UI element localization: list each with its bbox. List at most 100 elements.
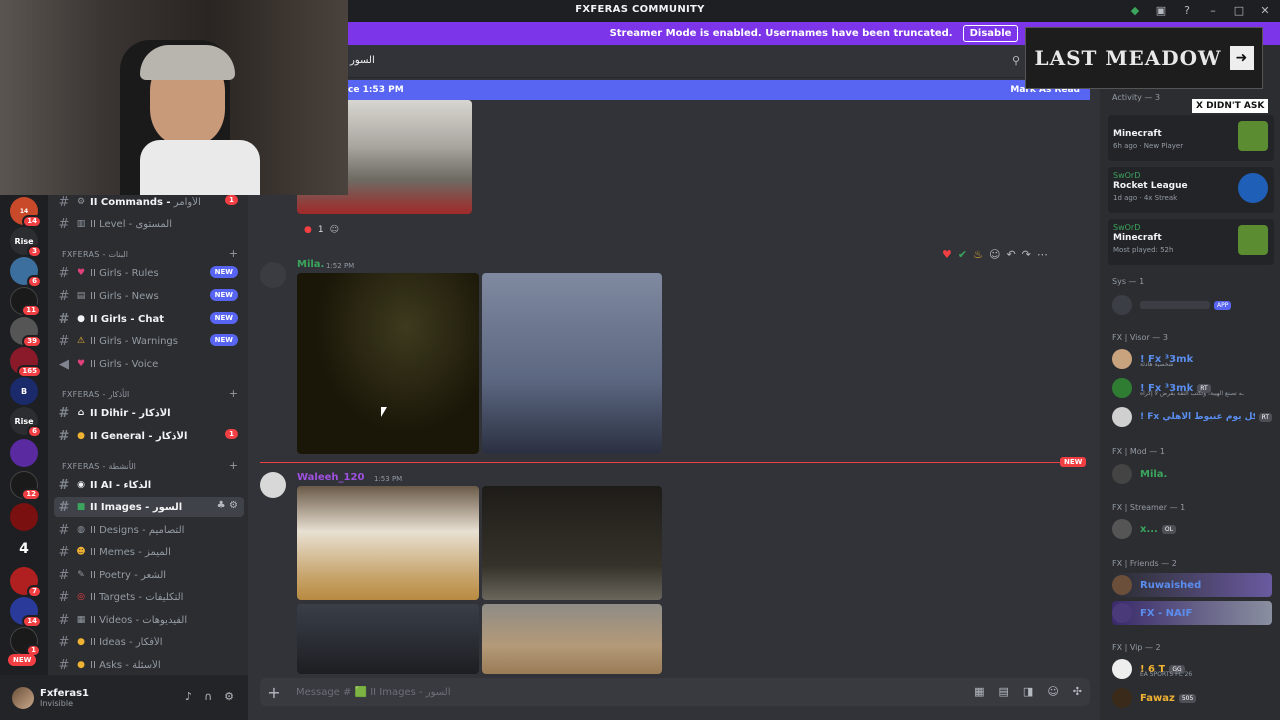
channel-targets[interactable]: # ◎ II Targets - التكليفات [54, 587, 244, 607]
nitro-icon[interactable]: ◆ [1128, 3, 1142, 17]
attach-plus-icon[interactable]: + [260, 683, 288, 702]
avatar[interactable] [12, 686, 34, 709]
headphones-icon[interactable]: ∩ [204, 690, 212, 703]
maximize-icon[interactable]: □ [1232, 3, 1246, 17]
channel-commands[interactable]: # ⚙ II Commands - الأوامر 1 [54, 195, 244, 212]
channel-memes[interactable]: # ☻ II Memes - الميمز [54, 542, 244, 562]
channel-settings-icon[interactable]: ♣ ⚙ [217, 500, 238, 511]
username: Fxferas1 [40, 687, 90, 699]
channel-asks[interactable]: # ● II Asks - الأسئلة [54, 655, 244, 675]
add-channel-icon[interactable]: + [229, 459, 238, 472]
server-icon[interactable]: 39 [10, 317, 42, 348]
channel-name-ar: الأذكار [139, 407, 171, 419]
category-activities[interactable]: FXFERAS - الأنشطة [62, 462, 136, 471]
fire-reaction-icon[interactable]: ♨ [973, 248, 983, 261]
member-item[interactable]: Fawaz 505 [1112, 686, 1272, 710]
forward-icon[interactable]: ↷ [1022, 248, 1031, 261]
channel-videos[interactable]: # ▦ II Videos - الفيديوهات [54, 610, 244, 630]
member-item[interactable]: Ruwaished [1112, 573, 1272, 597]
close-icon[interactable]: ✕ [1258, 3, 1272, 17]
message-image-dark[interactable] [482, 486, 662, 600]
server-icon[interactable]: 14 14 [10, 197, 42, 228]
channel-girls-chat[interactable]: # ● II Girls - Chat NEW [54, 309, 244, 329]
user-info[interactable]: Fxferas1 Invisible [40, 688, 89, 708]
avatar[interactable] [260, 262, 286, 288]
channel-girls-news[interactable]: # ▤ II Girls - News NEW [54, 286, 244, 306]
server-icon[interactable] [10, 503, 38, 531]
channel-designs[interactable]: # ◍ II Designs - التصاميم [54, 520, 244, 540]
server-icon[interactable]: B [10, 377, 38, 405]
inbox-icon[interactable]: ▣ [1154, 3, 1168, 17]
microphone-icon[interactable]: ♪ [185, 690, 192, 703]
emoji-icon[interactable]: ☺ [1047, 685, 1058, 698]
server-icon[interactable]: 12 [10, 471, 41, 501]
server-icon[interactable]: 1 [10, 627, 41, 657]
check-reaction-icon[interactable]: ✔ [958, 248, 967, 261]
server-icon[interactable]: 6 [10, 257, 42, 288]
activity-card[interactable]: Minecraft 6h ago · New Player [1108, 115, 1274, 161]
channel-level[interactable]: # ▥ II Level - المستوى [54, 214, 244, 234]
server-icon[interactable]: 165 [10, 347, 42, 378]
channel-general[interactable]: # ● II General - الأذكار 1 [54, 426, 244, 446]
disable-streamer-mode-button[interactable]: Disable [962, 25, 1019, 42]
server-icon[interactable]: Rise 6 [10, 407, 42, 438]
pin-icon[interactable]: ⚲ [1012, 54, 1020, 67]
message-image-clouds[interactable] [482, 273, 662, 454]
settings-gear-icon[interactable]: ⚙ [224, 690, 234, 703]
server-badge: 14 [22, 215, 42, 228]
new-server-pill[interactable]: NEW [8, 654, 37, 666]
minimize-icon[interactable]: – [1206, 3, 1220, 17]
message-image-desert[interactable] [482, 604, 662, 674]
reply-icon[interactable]: ↶ [1006, 248, 1015, 261]
add-channel-icon[interactable]: + [229, 387, 238, 400]
message-image-cups[interactable] [297, 486, 479, 600]
avatar[interactable] [260, 472, 286, 498]
add-reaction-icon[interactable]: ☺ [330, 225, 339, 235]
activity-card[interactable]: SwOrD Rocket League 1d ago · 4x Streak [1108, 167, 1274, 213]
message-author[interactable]: Mila. [297, 259, 324, 270]
channel-girls-warnings[interactable]: # ⚠ II Girls - Warnings NEW [54, 331, 244, 351]
message-author[interactable]: Waleeh_120 [297, 472, 364, 483]
channel-images[interactable]: # ■ II Images - السور ♣ ⚙ [54, 497, 244, 517]
server-icon[interactable]: 14 [10, 597, 42, 628]
heart-reaction-icon[interactable]: ♥ [942, 248, 952, 261]
channel-name: II Asks - [90, 659, 129, 671]
message-image-palms[interactable] [297, 273, 479, 454]
add-reaction-icon[interactable]: ☺ [989, 248, 1000, 261]
activity-card[interactable]: SwOrD Minecraft Most played: 52h [1108, 219, 1274, 265]
avatar [1112, 464, 1132, 484]
gif-icon[interactable]: ▤ [999, 685, 1009, 698]
gift-icon[interactable]: ▦ [974, 685, 984, 698]
sticker-icon[interactable]: ◨ [1023, 685, 1033, 698]
channel-poetry[interactable]: # ✎ II Poetry - الشعر [54, 565, 244, 585]
new-messages-bar[interactable]: ce 1:53 PM Mark As Read [348, 80, 1090, 100]
category-girls[interactable]: FXFERAS - البنات [62, 250, 128, 259]
member-item[interactable]: ! 6 T GG EA SPORTS FC 26 [1112, 657, 1272, 681]
member-item[interactable]: x... OL [1112, 517, 1272, 541]
apps-icon[interactable]: ✣ [1073, 685, 1082, 698]
server-icon[interactable]: 4 [10, 535, 38, 563]
more-icon[interactable]: ⋯ [1037, 248, 1048, 261]
message-image-night-sky[interactable] [297, 604, 479, 674]
member-item[interactable]: FX - NAIF [1112, 601, 1272, 625]
message-input[interactable]: + Message # 🟩 II Images - السور ▦ ▤ ◨ ☺ … [260, 678, 1090, 706]
reaction-red-dot-icon[interactable]: ● [304, 225, 312, 235]
channel-name-ar: الشعر [140, 569, 167, 581]
server-icon[interactable] [10, 439, 38, 467]
server-icon[interactable]: 11 [10, 287, 41, 317]
add-channel-icon[interactable]: + [229, 247, 238, 260]
member-item[interactable]: Mila. [1112, 462, 1272, 486]
member-item[interactable]: ! Fx ³3mk شخصية هادئة [1112, 347, 1272, 371]
member-item[interactable]: APP [1112, 293, 1272, 317]
channel-ai[interactable]: # ◉ II AI - الذكاء [54, 475, 244, 495]
member-item[interactable]: ! Fx كل يوم عنبوط الأهلي RT [1112, 405, 1272, 429]
member-item[interactable]: ! Fx ³3mk RT ـه تصنع الهيبة، وتكتب الثقة… [1112, 376, 1272, 400]
help-icon[interactable]: ? [1180, 3, 1194, 17]
channel-ideas[interactable]: # ● II Ideas - الأفكار [54, 632, 244, 652]
channel-girls-rules[interactable]: # ♥ II Girls - Rules NEW [54, 263, 244, 283]
server-icon[interactable]: Rise 3 [10, 227, 42, 258]
category-azkar[interactable]: FXFERAS - الأذكار [62, 390, 129, 399]
channel-dihir[interactable]: # ⌂ II Dihir - الأذكار [54, 403, 244, 423]
server-icon[interactable]: 7 [10, 567, 42, 598]
channel-girls-voice[interactable]: ◀ ♥ II Girls - Voice [54, 354, 244, 374]
